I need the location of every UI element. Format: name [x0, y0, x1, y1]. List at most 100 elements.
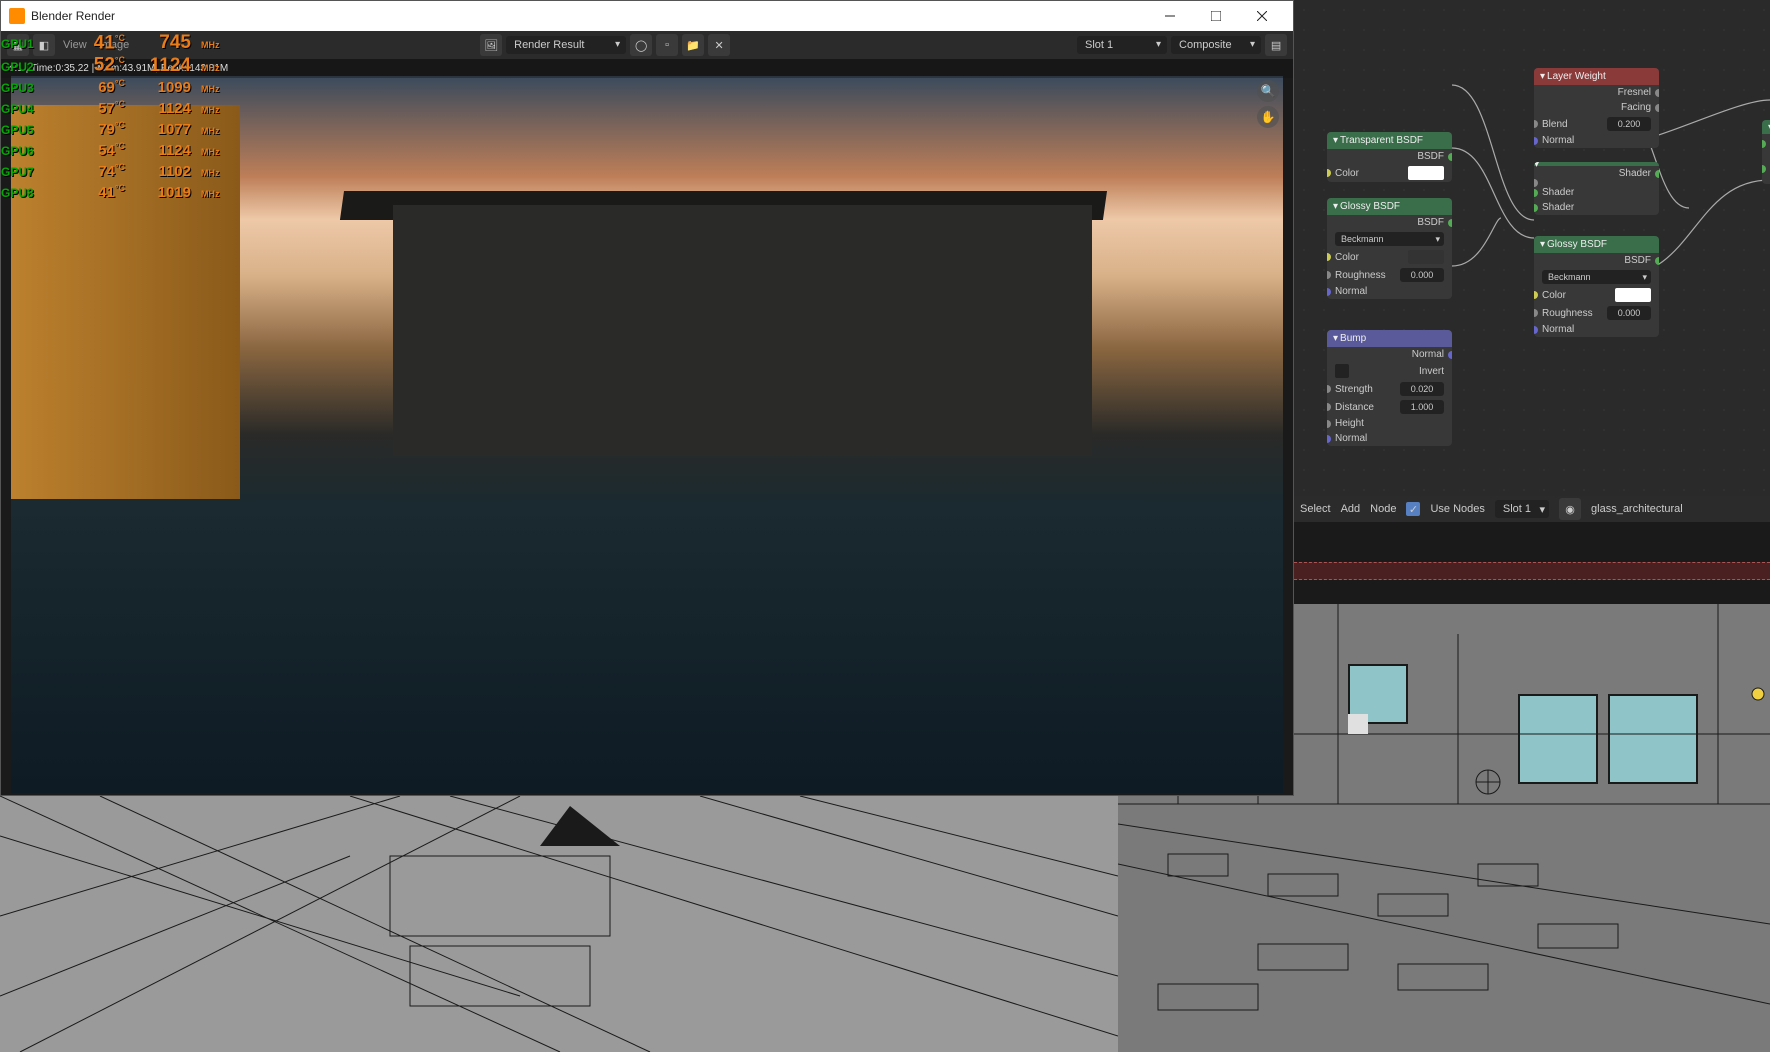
color-swatch[interactable]	[1408, 250, 1444, 264]
material-icon[interactable]: ◉	[1559, 498, 1581, 520]
mhz-label: MHz	[201, 82, 220, 97]
open-image-icon[interactable]: 📁	[682, 34, 704, 56]
node-input-color[interactable]: Color	[1327, 248, 1452, 266]
gpu-clock: 1124	[135, 143, 191, 158]
node-input-strength[interactable]: Strength0.020	[1327, 380, 1452, 398]
gpu-name: GPU6	[1, 144, 51, 159]
node-header[interactable]: Transparent BSDF	[1327, 132, 1452, 149]
node-header[interactable]: Glossy BSDF	[1534, 236, 1659, 253]
dropdown-image[interactable]: Render Result	[506, 36, 626, 54]
gpu-clock: 1019	[135, 185, 191, 200]
timeline-track[interactable]	[1294, 562, 1770, 580]
gpu-temp: 54°C	[61, 139, 125, 158]
node-input-color[interactable]: Color	[1327, 164, 1452, 182]
mhz-label: MHz	[201, 61, 220, 76]
node-input-normal[interactable]: Normal	[1327, 431, 1452, 446]
menu-add[interactable]: Add	[1341, 503, 1361, 515]
gpu-clock: 1077	[135, 122, 191, 137]
image-icon[interactable]: 🖼	[480, 34, 502, 56]
material-name[interactable]: glass_architectural	[1591, 503, 1683, 515]
gpu-stat-row: GPU5 79°C 1077 MHz	[1, 118, 220, 139]
gpu-name: GPU4	[1, 102, 51, 117]
window-title: Blender Render	[31, 9, 115, 23]
checkbox-use-nodes[interactable]: ✓	[1406, 502, 1420, 516]
fake-user-icon[interactable]: ◯	[630, 34, 652, 56]
node-input-height[interactable]: Height	[1327, 416, 1452, 431]
gpu-name: GPU8	[1, 186, 51, 201]
gpu-stat-row: GPU841°C1019MHz	[1, 181, 220, 202]
node-output-normal[interactable]: Normal	[1327, 347, 1452, 362]
node-glossy-bsdf-2[interactable]: Glossy BSDF BSDF Beckmann Color Roughnes…	[1534, 236, 1659, 337]
node-input-blend[interactable]: Blend0.200	[1534, 115, 1659, 133]
titlebar[interactable]: Blender Render	[1, 1, 1293, 31]
render-window: Blender Render ▦ ◧ View Image 🖼 Render R…	[0, 0, 1294, 796]
node-input-roughness[interactable]: Roughness0.000	[1534, 304, 1659, 322]
pan-icon[interactable]: ✋	[1257, 106, 1279, 128]
gpu-name: GPU5	[1, 123, 51, 138]
gpu-clock: 1124	[135, 101, 191, 116]
node-distribution[interactable]: Beckmann	[1534, 268, 1659, 286]
zoom-icon[interactable]: 🔍	[1257, 80, 1279, 102]
node-input-normal[interactable]: Normal	[1534, 133, 1659, 148]
node-header[interactable]: Layer Weight	[1534, 68, 1659, 85]
dropdown-layer[interactable]: Composite	[1171, 36, 1261, 54]
gpu-stat-row: GPU1 41°C 745 MHz	[1, 31, 220, 53]
gpu-clock: 745	[135, 35, 191, 50]
gpu-name: GPU7	[1, 165, 51, 180]
node-input-color[interactable]: Color	[1534, 286, 1659, 304]
minimize-button[interactable]	[1147, 1, 1193, 31]
gpu-stat-row: GPU654°C1124MHz	[1, 139, 220, 160]
menu-node[interactable]: Node	[1370, 503, 1396, 515]
gpu-temp: 79°C	[61, 118, 125, 137]
node-mix-shader[interactable]: Shader Shader Shader	[1534, 162, 1659, 215]
node-header[interactable]	[1762, 120, 1770, 134]
checkbox-invert	[1335, 364, 1349, 378]
close-button[interactable]	[1239, 1, 1285, 31]
node-distribution[interactable]: Beckmann	[1327, 230, 1452, 248]
dropdown-slot[interactable]: Slot 1	[1077, 36, 1167, 54]
node-output-bsdf[interactable]: BSDF	[1327, 215, 1452, 230]
node-bump[interactable]: Bump Normal Invert Strength0.020 Distanc…	[1327, 330, 1452, 446]
node-input-shader2[interactable]: Shader	[1534, 200, 1659, 215]
node-header[interactable]: Bump	[1327, 330, 1452, 347]
mhz-label: MHz	[201, 38, 220, 53]
gpu-temp: 69°C	[61, 76, 125, 95]
node-output-facing[interactable]: Facing	[1534, 100, 1659, 115]
maximize-button[interactable]	[1193, 1, 1239, 31]
mhz-label: MHz	[201, 166, 220, 181]
color-swatch[interactable]	[1408, 166, 1444, 180]
gpu-temp: 41°C	[61, 31, 125, 50]
node-input-roughness[interactable]: Roughness0.000	[1327, 266, 1452, 284]
node-layer-weight[interactable]: Layer Weight Fresnel Facing Blend0.200 N…	[1534, 68, 1659, 148]
node-output-shader[interactable]: Shader	[1534, 166, 1659, 181]
node-editor-header: Select Add Node ✓ Use Nodes Slot 1 ◉ gla…	[1294, 496, 1770, 522]
node-output-fresnel[interactable]: Fresnel	[1534, 85, 1659, 100]
color-swatch[interactable]	[1615, 288, 1651, 302]
gpu-name: GPU1	[1, 37, 51, 52]
dropdown-slot[interactable]: Slot 1	[1495, 500, 1549, 518]
node-input-shader1[interactable]: Shader	[1534, 185, 1659, 200]
node-input-distance[interactable]: Distance1.000	[1327, 398, 1452, 416]
node-partial[interactable]	[1762, 120, 1770, 184]
timeline-panel[interactable]	[1294, 522, 1770, 604]
gpu-stat-row: GPU252°C1124MHz	[1, 53, 220, 75]
node-transparent-bsdf[interactable]: Transparent BSDF BSDF Color	[1327, 132, 1452, 182]
gpu-temp: 52°C	[61, 53, 125, 72]
gpu-name: GPU2	[1, 60, 51, 75]
node-input-normal[interactable]: Normal	[1327, 284, 1452, 299]
gpu-stat-row: GPU457°C1124MHz	[1, 97, 220, 118]
node-header[interactable]: Glossy BSDF	[1327, 198, 1452, 215]
node-output-bsdf[interactable]: BSDF	[1327, 149, 1452, 164]
mhz-label: MHz	[201, 124, 220, 139]
node-editor-panel[interactable]: Layer Weight Fresnel Facing Blend0.200 N…	[1294, 0, 1770, 522]
new-image-icon[interactable]: ▫	[656, 34, 678, 56]
node-input-normal[interactable]: Normal	[1534, 322, 1659, 337]
channels-icon[interactable]: ▤	[1265, 34, 1287, 56]
wireframe-viewport-left[interactable]	[0, 796, 1118, 1052]
node-glossy-bsdf-1[interactable]: Glossy BSDF BSDF Beckmann Color Roughnes…	[1327, 198, 1452, 299]
menu-select[interactable]: Select	[1300, 503, 1331, 515]
gpu-temp: 74°C	[61, 160, 125, 179]
node-output-bsdf[interactable]: BSDF	[1534, 253, 1659, 268]
unlink-icon[interactable]: ✕	[708, 34, 730, 56]
node-input-invert[interactable]: Invert	[1327, 362, 1452, 380]
